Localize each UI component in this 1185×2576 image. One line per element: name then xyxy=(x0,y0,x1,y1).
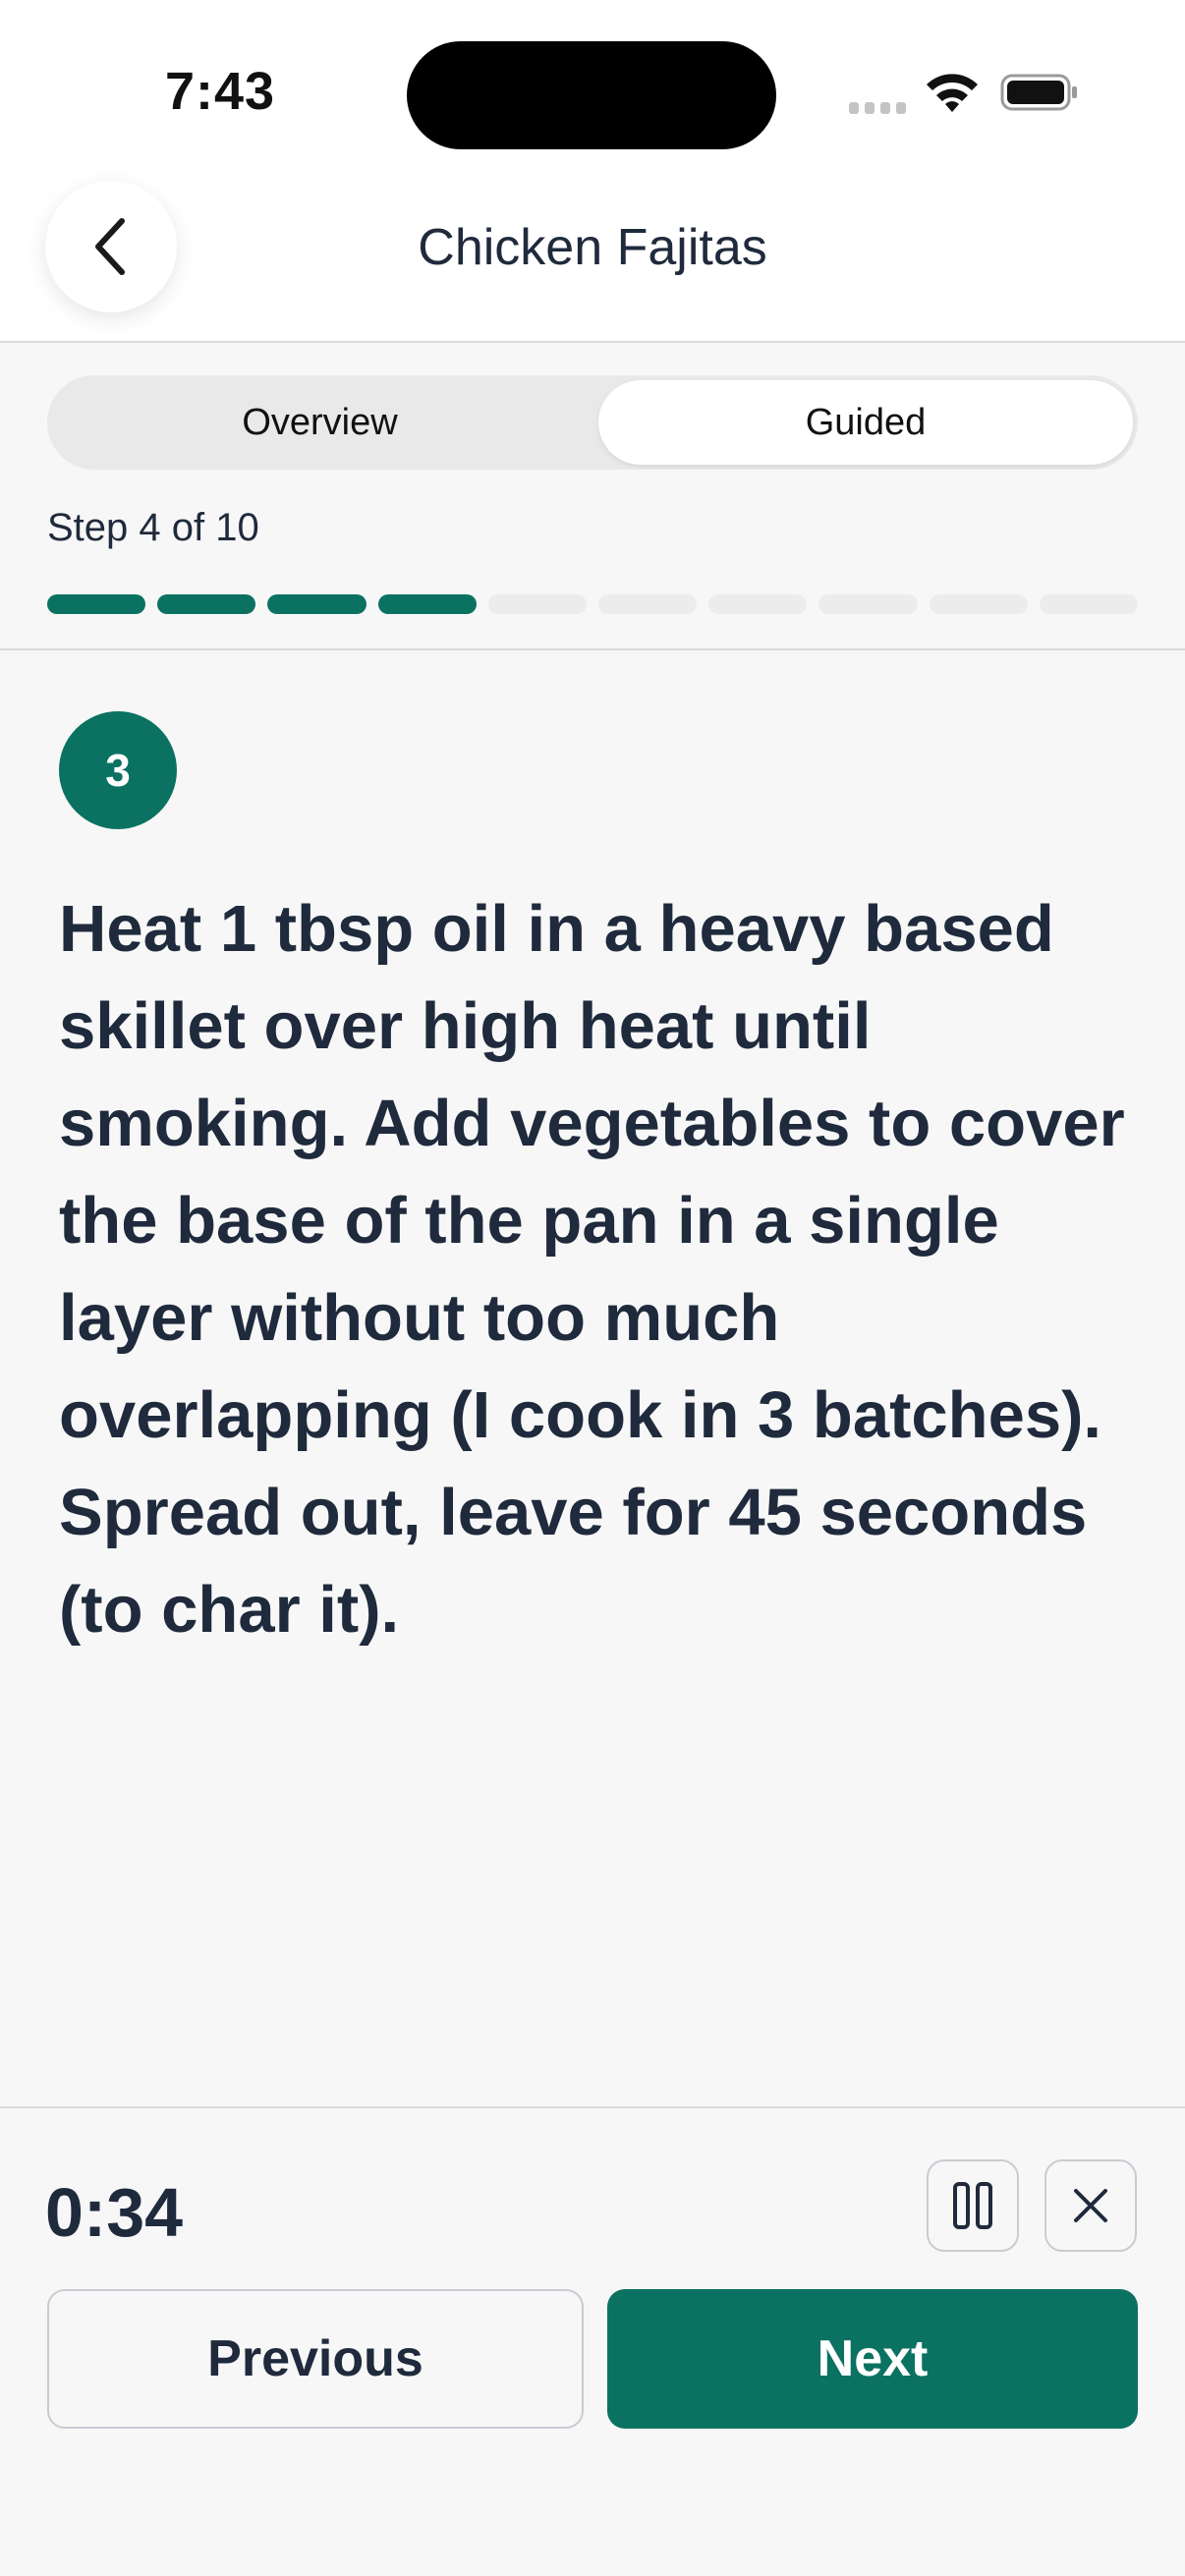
guided-cooking-screen: 7:43 Chicken Fajitas Overview Guided Ste… xyxy=(0,0,1185,2576)
status-time: 7:43 xyxy=(165,62,276,121)
back-button[interactable] xyxy=(45,181,177,312)
progress-segment-pending xyxy=(818,594,918,614)
progress-segment-complete xyxy=(47,594,146,614)
mode-segmented-control: Overview Guided xyxy=(47,375,1138,470)
wifi-icon xyxy=(927,74,978,112)
tab-guided[interactable]: Guided xyxy=(598,380,1133,465)
bottom-controls: 0:34 Previous Next xyxy=(0,2106,1185,2576)
progress-segment-pending xyxy=(1039,594,1138,614)
pause-icon xyxy=(953,2182,992,2229)
header-area: 7:43 Chicken Fajitas xyxy=(0,0,1185,343)
chevron-left-icon xyxy=(95,218,125,275)
dynamic-island xyxy=(407,41,776,149)
battery-icon xyxy=(1000,74,1077,111)
mode-and-progress: Overview Guided Step 4 of 10 xyxy=(0,343,1185,650)
progress-segment-complete xyxy=(267,594,367,614)
next-step-button[interactable]: Next xyxy=(607,2289,1138,2429)
close-timer-button[interactable] xyxy=(1044,2159,1137,2252)
progress-segment-pending xyxy=(487,594,587,614)
cellular-signal-icon xyxy=(849,102,908,116)
page-title: Chicken Fajitas xyxy=(418,219,767,276)
pause-timer-button[interactable] xyxy=(927,2159,1019,2252)
step-timer: 0:34 xyxy=(45,2174,184,2251)
step-progress-bar xyxy=(47,594,1138,614)
step-counter: Step 4 of 10 xyxy=(47,506,259,549)
tab-overview[interactable]: Overview xyxy=(47,375,592,470)
progress-segment-pending xyxy=(708,594,808,614)
progress-segment-complete xyxy=(157,594,256,614)
previous-step-button[interactable]: Previous xyxy=(47,2289,584,2429)
progress-segment-pending xyxy=(598,594,698,614)
close-icon xyxy=(1074,2189,1107,2222)
progress-segment-pending xyxy=(929,594,1028,614)
step-number-badge: 3 xyxy=(59,711,177,829)
progress-segment-complete xyxy=(377,594,477,614)
step-instruction: Heat 1 tbsp oil in a heavy based skillet… xyxy=(59,892,1125,1647)
